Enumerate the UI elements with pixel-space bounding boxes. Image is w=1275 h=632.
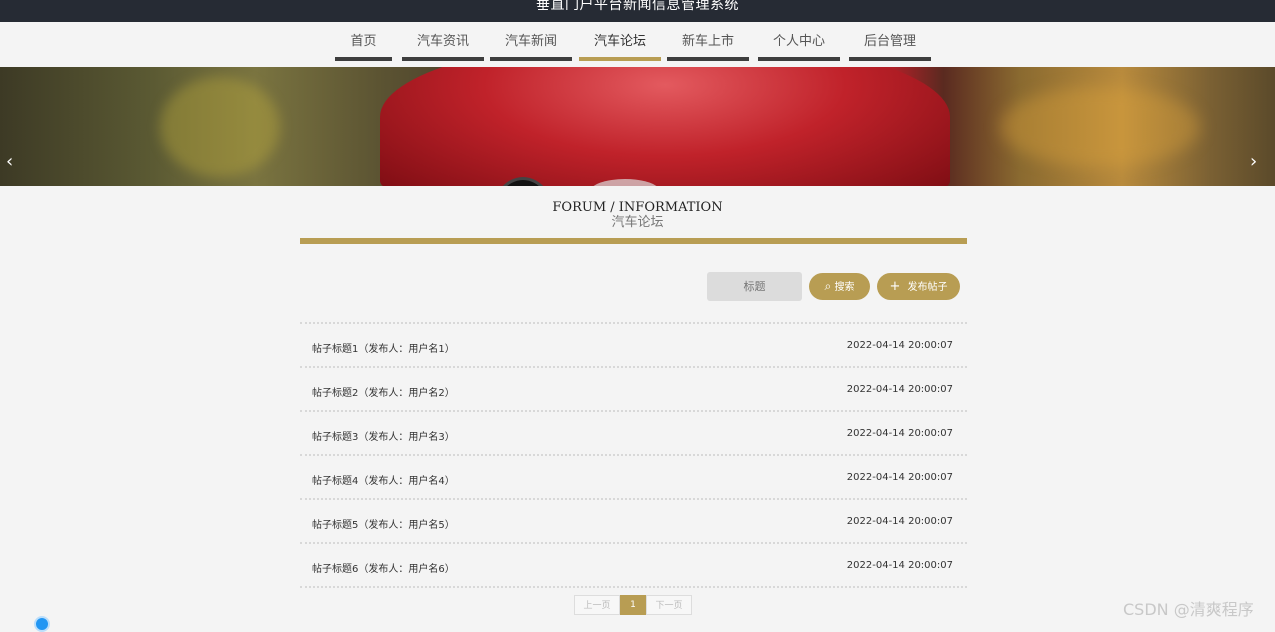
post-title[interactable]: 帖子标题4（发布人：用户名4） (312, 472, 455, 487)
post-date: 2022-04-14 20:00:07 (846, 340, 953, 351)
search-button[interactable]: ⌕ 搜索 (809, 273, 870, 300)
banner-image (380, 67, 950, 186)
list-item[interactable]: 帖子标题5（发布人：用户名5） 2022-04-14 20:00:07 (300, 498, 967, 542)
list-item[interactable]: 帖子标题4（发布人：用户名4） 2022-04-14 20:00:07 (300, 454, 967, 498)
post-title[interactable]: 帖子标题6（发布人：用户名6） (312, 560, 455, 575)
search-icon: ⌕ (824, 279, 832, 293)
post-title[interactable]: 帖子标题1（发布人：用户名1） (312, 340, 455, 355)
nav-item-new-cars[interactable]: 新车上市 (667, 34, 749, 61)
post-title[interactable]: 帖子标题5（发布人：用户名5） (312, 516, 455, 531)
list-item[interactable]: 帖子标题2（发布人：用户名2） 2022-04-14 20:00:07 (300, 366, 967, 410)
chevron-left-icon[interactable]: ‹ (6, 153, 13, 171)
post-date: 2022-04-14 20:00:07 (846, 472, 953, 483)
nav-item-car-info[interactable]: 汽车资讯 (402, 34, 484, 61)
search-input[interactable] (707, 272, 802, 301)
chevron-right-icon[interactable]: › (1250, 153, 1257, 171)
main-nav: 首页 汽车资讯 汽车新闻 汽车论坛 新车上市 个人中心 后台管理 (0, 22, 1275, 67)
post-title[interactable]: 帖子标题2（发布人：用户名2） (312, 384, 455, 399)
watermark: CSDN @清爽程序 (1123, 600, 1254, 619)
section-title-en: FORUM / INFORMATION (552, 200, 723, 215)
prev-page-button[interactable]: 上一页 (574, 595, 620, 615)
post-date: 2022-04-14 20:00:07 (846, 560, 953, 571)
nav-item-personal-center[interactable]: 个人中心 (758, 34, 840, 61)
next-page-button[interactable]: 下一页 (646, 595, 692, 615)
list-item[interactable]: 帖子标题3（发布人：用户名3） 2022-04-14 20:00:07 (300, 410, 967, 454)
post-list: 帖子标题1（发布人：用户名1） 2022-04-14 20:00:07 帖子标题… (300, 322, 967, 588)
floating-indicator (34, 616, 50, 632)
nav-item-home[interactable]: 首页 (335, 34, 392, 61)
section-title-cn: 汽车论坛 (611, 215, 664, 230)
post-date: 2022-04-14 20:00:07 (846, 384, 953, 395)
list-item[interactable]: 帖子标题6（发布人：用户名6） 2022-04-14 20:00:07 (300, 542, 967, 586)
current-page-indicator[interactable]: 1 (620, 595, 646, 615)
list-item[interactable]: 帖子标题1（发布人：用户名1） 2022-04-14 20:00:07 (300, 322, 967, 366)
post-date: 2022-04-14 20:00:07 (846, 428, 953, 439)
nav-item-car-forum[interactable]: 汽车论坛 (579, 34, 661, 61)
add-post-button-label: 发布帖子 (907, 282, 948, 293)
banner-carousel[interactable]: ‹ › (0, 67, 1275, 186)
top-header: 垂直门户平台新闻信息管理系统 (0, 0, 1275, 22)
app-title: 垂直门户平台新闻信息管理系统 (536, 0, 739, 13)
post-title[interactable]: 帖子标题3（发布人：用户名3） (312, 428, 455, 443)
plus-icon: + (889, 279, 901, 294)
section-heading: FORUM / INFORMATION 汽车论坛 (0, 200, 1275, 231)
section-divider (300, 238, 967, 244)
add-post-button[interactable]: + 发布帖子 (877, 273, 960, 300)
nav-item-admin[interactable]: 后台管理 (849, 34, 931, 61)
search-button-label: 搜索 (834, 282, 855, 293)
post-date: 2022-04-14 20:00:07 (846, 516, 953, 527)
nav-item-car-news[interactable]: 汽车新闻 (490, 34, 572, 61)
